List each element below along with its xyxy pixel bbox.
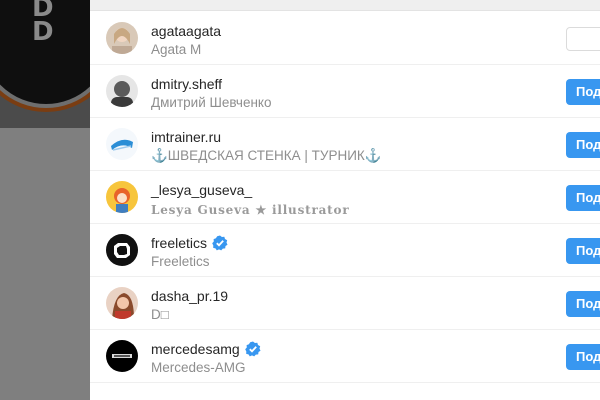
list-item[interactable]: _lesya_guseva_ Lesya Guseva ★ illustrato…	[90, 171, 600, 224]
username[interactable]: imtrainer.ru	[151, 129, 221, 145]
background-page: DD	[0, 0, 90, 400]
follow-button[interactable]: Под	[566, 132, 600, 158]
avatar[interactable]	[106, 181, 138, 213]
follow-button[interactable]: Под	[566, 185, 600, 211]
username-text[interactable]: _lesya_guseva_	[151, 182, 252, 198]
avatar[interactable]	[106, 75, 138, 107]
username[interactable]: dmitry.sheff	[151, 76, 222, 92]
logo-letters: DD	[32, 0, 54, 47]
full-name: Дмитрий Шевченко	[151, 95, 272, 110]
list-item[interactable]: agataagata Agata M	[90, 12, 600, 65]
profile-logo: DD	[0, 0, 90, 108]
username[interactable]: mercedesamg	[151, 341, 261, 357]
full-name: Agata M	[151, 42, 202, 57]
username-text[interactable]: mercedesamg	[151, 341, 240, 357]
list-item[interactable]: freeletics Freeletics Под	[90, 224, 600, 277]
username-text[interactable]: agataagata	[151, 23, 221, 39]
avatar[interactable]	[106, 287, 138, 319]
follow-button[interactable]: Под	[566, 291, 600, 317]
avatar[interactable]	[106, 128, 138, 160]
full-name: D□	[151, 307, 169, 322]
verified-badge-icon	[212, 235, 228, 251]
follow-button[interactable]: Под	[566, 79, 600, 105]
following-button[interactable]	[566, 27, 600, 51]
following-list[interactable]: agataagata Agata M dmitry.sheff Дмитрий …	[90, 12, 600, 383]
avatar[interactable]	[106, 22, 138, 54]
avatar[interactable]	[106, 234, 138, 266]
verified-badge-icon	[244, 341, 261, 357]
username[interactable]: freeletics	[151, 235, 228, 251]
full-name: Mercedes-AMG	[151, 360, 246, 375]
username[interactable]: _lesya_guseva_	[151, 182, 252, 198]
full-name: ⚓ШВЕДСКАЯ СТЕНКА | ТУРНИК⚓	[151, 148, 382, 163]
username[interactable]: agataagata	[151, 23, 221, 39]
list-item[interactable]: mercedesamg Mercedes-AMG Под	[90, 330, 600, 383]
username-text[interactable]: freeletics	[151, 235, 207, 251]
username-text[interactable]: imtrainer.ru	[151, 129, 221, 145]
avatar[interactable]	[106, 340, 138, 372]
list-item[interactable]: imtrainer.ru ⚓ШВЕДСКАЯ СТЕНКА | ТУРНИК⚓ …	[90, 118, 600, 171]
following-modal: agataagata Agata M dmitry.sheff Дмитрий …	[90, 0, 600, 400]
username-text[interactable]: dasha_pr.19	[151, 288, 228, 304]
username[interactable]: dasha_pr.19	[151, 288, 228, 304]
full-name: Freeletics	[151, 254, 210, 269]
username-text[interactable]: dmitry.sheff	[151, 76, 222, 92]
list-item[interactable]: dmitry.sheff Дмитрий Шевченко Под	[90, 65, 600, 118]
follow-button[interactable]: Под	[566, 238, 600, 264]
follow-button[interactable]: Под	[566, 344, 600, 370]
list-item[interactable]: dasha_pr.19 D□ Под	[90, 277, 600, 330]
full-name: Lesya Guseva ★ illustrator	[151, 203, 350, 217]
modal-header-edge	[90, 0, 600, 11]
